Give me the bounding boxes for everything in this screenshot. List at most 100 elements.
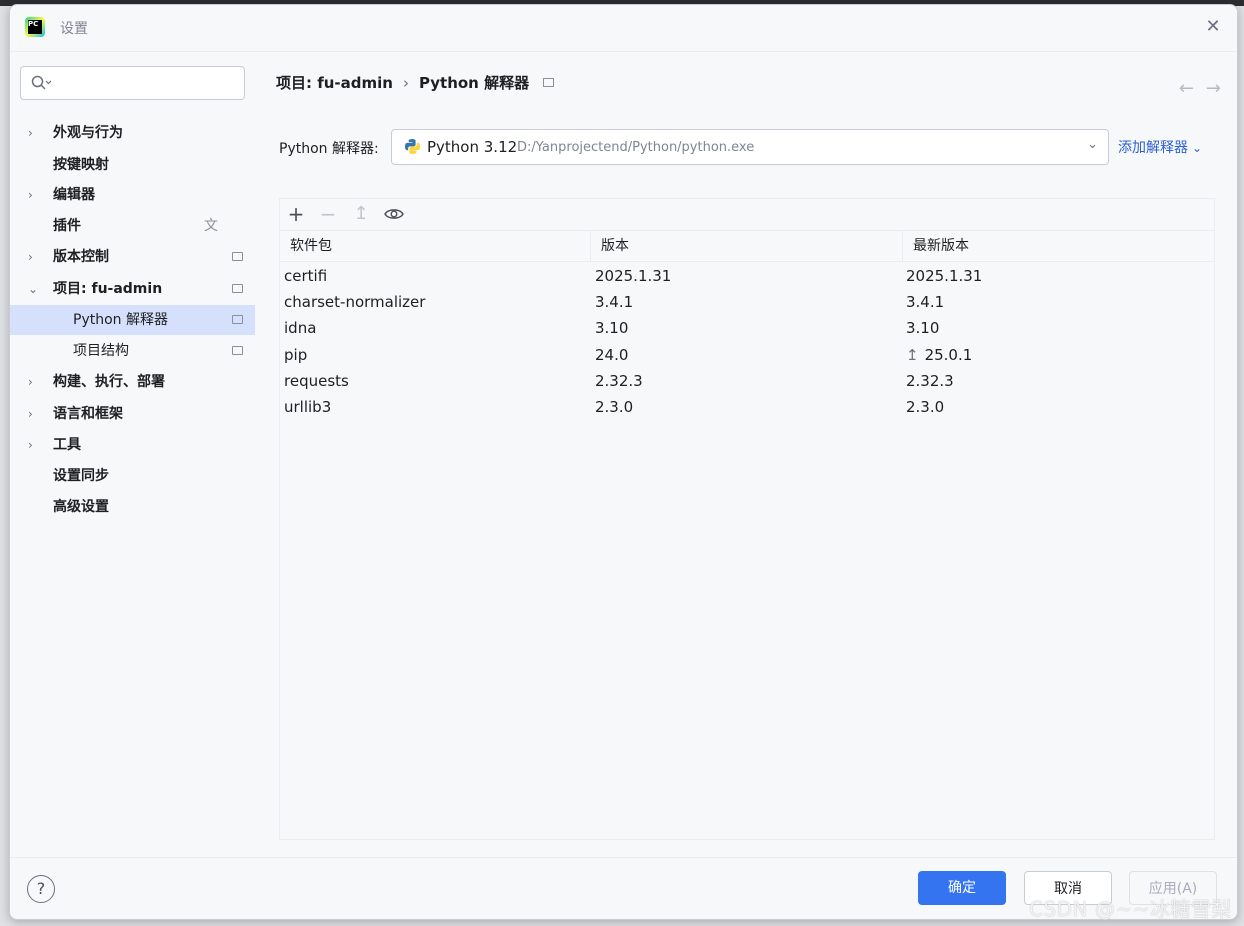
help-icon[interactable]: ? <box>27 875 55 903</box>
package-version-cell-text: 24.0 <box>595 346 629 364</box>
history-nav: ← → <box>1167 78 1221 99</box>
package-version-cell: 2.32.3 <box>595 368 643 394</box>
chevron-right-icon[interactable]: › <box>28 430 42 460</box>
search-icon <box>31 75 52 90</box>
sidebar-item[interactable]: › 语言和框架 <box>10 399 255 429</box>
package-latest-cell-text: 2.32.3 <box>906 372 954 390</box>
breadcrumb-page: Python 解释器 <box>418 74 530 92</box>
package-version-cell-text: 2.32.3 <box>595 372 643 390</box>
package-latest-cell: 3.4.1 <box>906 289 944 315</box>
package-latest-cell-text: 25.0.1 <box>924 346 973 364</box>
interpreter-select[interactable]: Python 3.12 D:/Yanprojectend/Python/pyth… <box>391 129 1109 165</box>
package-version-cell-text: 2025.1.31 <box>595 267 672 285</box>
interpreter-name: Python 3.12 <box>427 138 518 156</box>
breadcrumb-project[interactable]: 项目: fu-admin <box>276 74 393 92</box>
close-icon[interactable]: ✕ <box>1203 17 1223 37</box>
sidebar-item[interactable]: 设置同步 <box>10 461 255 491</box>
package-version-cell: 2025.1.31 <box>595 263 671 289</box>
table-row[interactable]: requests 2.32.3 2.32.3 <box>280 368 1214 394</box>
sidebar-item[interactable]: 插件 文 <box>10 211 255 241</box>
sidebar-item[interactable]: 项目结构 <box>10 336 255 366</box>
add-interpreter-link[interactable]: 添加解释器 ⌄ <box>1118 137 1202 157</box>
sidebar-item[interactable]: 按键映射 <box>10 150 255 180</box>
package-version-cell: 3.10 <box>595 315 628 341</box>
forward-arrow-icon[interactable]: → <box>1206 78 1221 99</box>
project-badge-icon <box>543 78 555 87</box>
sidebar-item[interactable]: Python 解释器 <box>10 305 255 335</box>
chevron-right-icon[interactable]: › <box>28 118 42 148</box>
package-name-cell-text: idna <box>284 319 317 337</box>
sidebar-item-label: 按键映射 <box>53 157 109 173</box>
chevron-right-icon[interactable]: › <box>28 180 42 210</box>
sidebar-item[interactable]: › 外观与行为 <box>10 118 255 148</box>
sidebar-item-label: 项目结构 <box>73 343 129 359</box>
column-header-version[interactable]: 版本 <box>591 231 903 261</box>
package-name-cell-text: urllib3 <box>284 398 332 416</box>
package-name-cell: idna <box>284 315 316 341</box>
sidebar-item[interactable]: › 工具 <box>10 430 255 460</box>
upgrade-arrow-icon: ↥ <box>353 203 369 224</box>
eye-icon <box>384 209 404 219</box>
dialog-title: 设置 <box>60 21 88 37</box>
packages-panel: + − ↥ 软件包 版本 最新版本 certifi 2025.1.31 2025.1… <box>279 198 1215 840</box>
sidebar-item-label: 语言和框架 <box>53 406 123 422</box>
sidebar-item[interactable]: › 编辑器 <box>10 180 255 210</box>
project-badge-icon <box>232 315 243 324</box>
table-row[interactable]: urllib3 2.3.0 2.3.0 <box>280 394 1214 420</box>
sidebar-item[interactable]: › 构建、执行、部署 <box>10 367 255 397</box>
add-package-button[interactable]: + <box>285 203 307 225</box>
package-latest-cell: 2.32.3 <box>906 368 954 394</box>
project-badge-icon <box>232 346 243 355</box>
interpreter-label: Python 解释器: <box>279 141 379 157</box>
package-name-cell: pip <box>284 342 307 368</box>
package-latest-cell: 2025.1.31 <box>906 263 982 289</box>
package-latest-cell: ↥ 25.0.1 <box>906 342 972 368</box>
back-arrow-icon[interactable]: ← <box>1179 78 1194 99</box>
settings-search-input[interactable] <box>20 66 245 100</box>
sidebar-item[interactable]: 高级设置 <box>10 492 255 522</box>
project-badge-icon <box>232 252 243 261</box>
pycharm-logo-icon <box>25 17 45 37</box>
chevron-right-icon[interactable]: › <box>28 399 42 429</box>
sidebar-item-label: 外观与行为 <box>53 125 123 141</box>
sidebar-item-label: 插件 <box>53 218 81 234</box>
interpreter-path: D:/Yanprojectend/Python/python.exe <box>517 140 755 155</box>
upgrade-package-button[interactable]: ↥ <box>350 203 372 225</box>
sidebar-item-label: 设置同步 <box>53 468 109 484</box>
project-badge-icon <box>232 284 243 293</box>
packages-toolbar: + − ↥ <box>280 199 1214 231</box>
chevron-right-icon[interactable]: › <box>28 242 42 272</box>
table-row[interactable]: idna 3.10 3.10 <box>280 315 1214 341</box>
package-version-cell: 3.4.1 <box>595 289 633 315</box>
chevron-right-icon[interactable]: › <box>28 367 42 397</box>
sidebar-item-label: 项目: fu-admin <box>53 281 163 297</box>
sidebar-item[interactable]: ⌄ 项目: fu-admin <box>10 274 255 304</box>
sidebar-item-label: 工具 <box>53 437 81 453</box>
package-version-cell-text: 3.10 <box>595 319 629 337</box>
package-name-cell: urllib3 <box>284 394 331 420</box>
ok-button[interactable]: 确定 <box>918 871 1006 905</box>
package-name-cell: certifi <box>284 263 327 289</box>
remove-package-button[interactable]: − <box>317 203 339 225</box>
package-latest-cell: 2.3.0 <box>906 394 944 420</box>
sidebar-item-label: 构建、执行、部署 <box>53 374 165 390</box>
package-version-cell: 24.0 <box>595 342 628 368</box>
sidebar-item[interactable]: › 版本控制 <box>10 242 255 272</box>
column-header-package[interactable]: 软件包 <box>280 231 591 261</box>
table-row[interactable]: pip 24.0 ↥ 25.0.1 <box>280 342 1214 368</box>
chevron-down-icon: ⌄ <box>1087 137 1098 152</box>
chevron-down-icon[interactable]: ⌄ <box>28 274 42 304</box>
package-latest-cell-text: 2025.1.31 <box>906 267 983 285</box>
table-row[interactable]: certifi 2025.1.31 2025.1.31 <box>280 263 1214 289</box>
package-latest-cell: 3.10 <box>906 315 939 341</box>
show-early-releases-button[interactable] <box>383 203 405 225</box>
python-icon <box>405 139 420 154</box>
dialog-titlebar: 设置 ✕ <box>10 5 1237 52</box>
package-version-cell: 2.3.0 <box>595 394 633 420</box>
packages-table-header: 软件包 版本 最新版本 <box>280 231 1214 262</box>
package-name-cell-text: certifi <box>284 267 328 285</box>
table-row[interactable]: charset-normalizer 3.4.1 3.4.1 <box>280 289 1214 315</box>
sidebar-item-label: 编辑器 <box>53 187 95 203</box>
package-latest-cell-text: 2.3.0 <box>906 398 945 416</box>
column-header-latest[interactable]: 最新版本 <box>903 231 1214 261</box>
